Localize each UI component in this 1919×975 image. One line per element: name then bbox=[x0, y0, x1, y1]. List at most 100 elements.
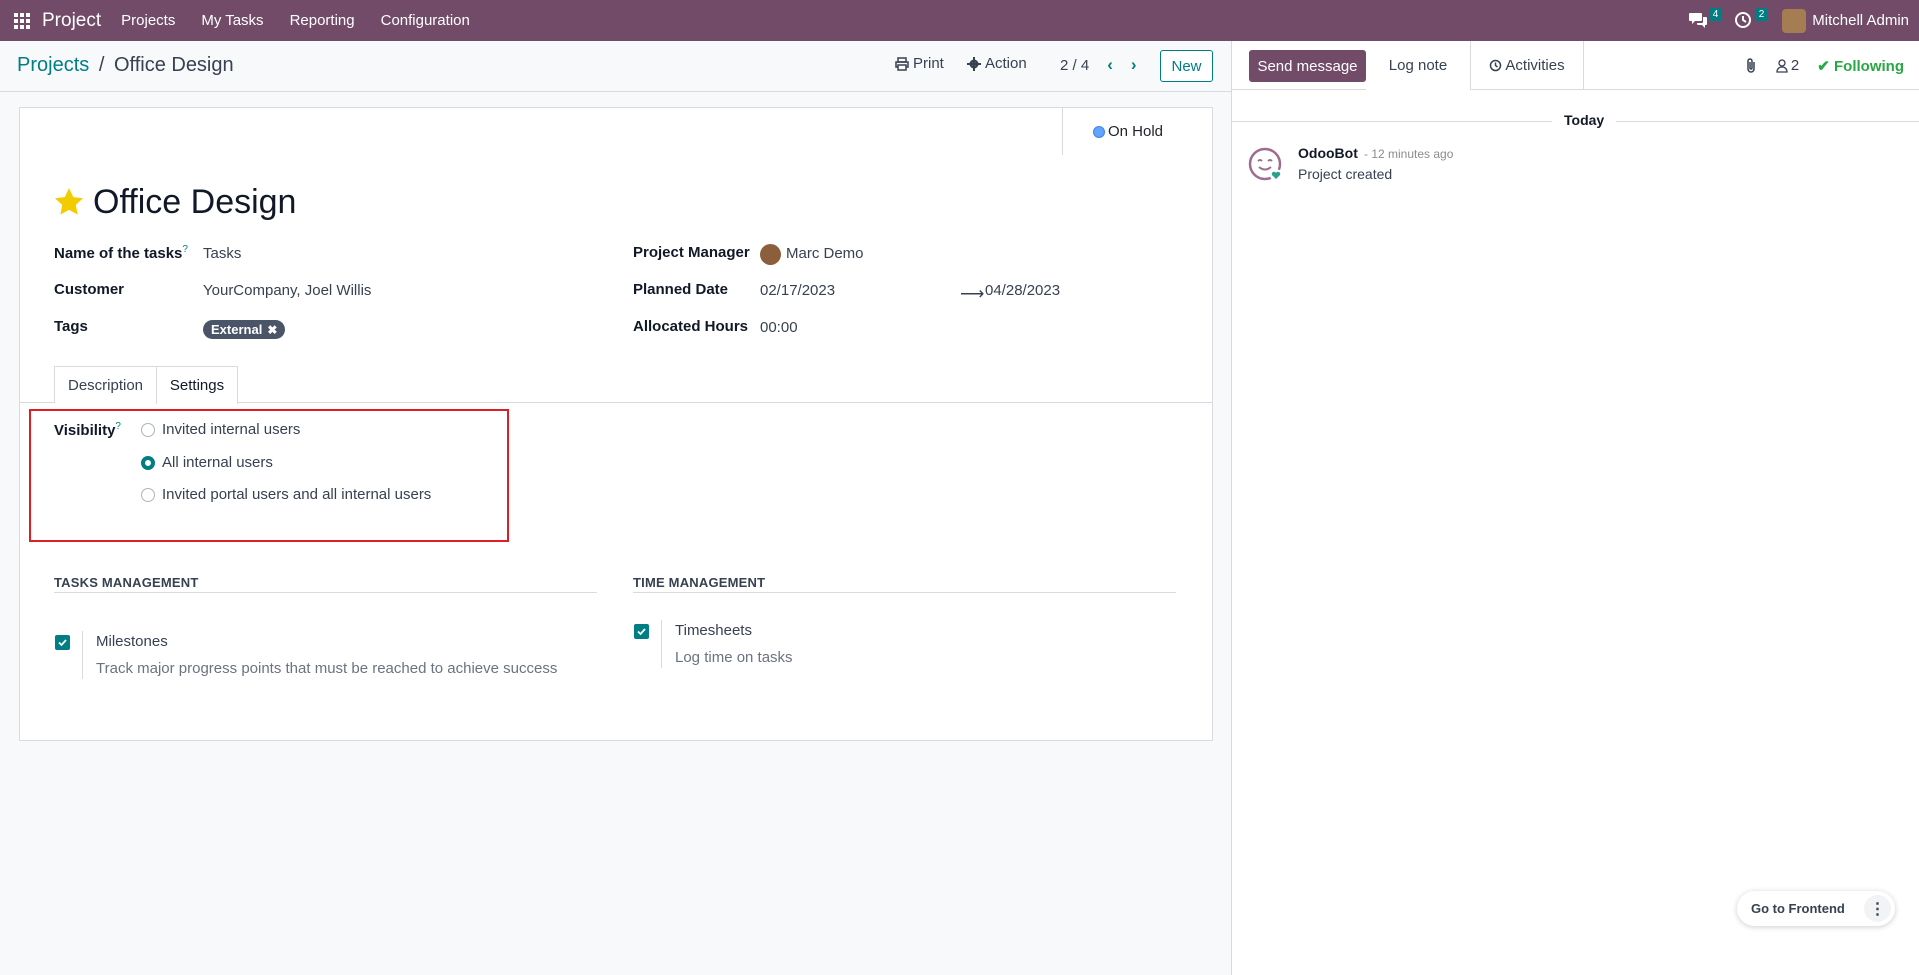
followers-button[interactable]: 2 bbox=[1776, 57, 1799, 74]
name-of-tasks-field[interactable]: Tasks bbox=[203, 245, 241, 262]
send-message-button[interactable]: Send message bbox=[1249, 50, 1366, 82]
planned-date-label: Planned Date bbox=[633, 281, 729, 298]
pager: 2 / 4 ‹ › bbox=[1060, 55, 1137, 75]
check-icon: ✔ bbox=[1817, 57, 1830, 75]
manager-avatar bbox=[760, 244, 781, 265]
help-icon[interactable]: ? bbox=[182, 244, 188, 255]
planned-date-start-field[interactable]: 02/17/2023 bbox=[760, 282, 835, 299]
allocated-hours-label: Allocated Hours bbox=[633, 318, 749, 335]
app-name[interactable]: Project bbox=[42, 10, 101, 32]
header-separator bbox=[0, 91, 1231, 92]
breadcrumb-projects-link[interactable]: Projects bbox=[17, 54, 89, 76]
print-label: Print bbox=[913, 55, 944, 72]
visibility-option-invited-internal[interactable]: Invited internal users bbox=[141, 421, 300, 438]
activities-label: Activities bbox=[1505, 57, 1565, 74]
milestones-checkbox[interactable] bbox=[55, 635, 70, 650]
planned-date-end-field[interactable]: 04/28/2023 bbox=[985, 282, 1060, 299]
activities-count-badge: 2 bbox=[1754, 7, 1769, 21]
chatter-panel: Send message Log note Activities 2 ✔ Fol… bbox=[1231, 41, 1919, 975]
print-button[interactable]: Print bbox=[895, 55, 944, 72]
tab-settings[interactable]: Settings bbox=[156, 366, 238, 404]
help-icon[interactable]: ? bbox=[115, 421, 121, 432]
following-label: Following bbox=[1834, 57, 1904, 75]
customer-label: Customer bbox=[54, 281, 125, 298]
message-body: Project created bbox=[1298, 166, 1393, 182]
tab-description[interactable]: Description bbox=[54, 366, 157, 403]
favorite-star-icon[interactable] bbox=[53, 186, 85, 218]
timesheets-description: Log time on tasks bbox=[675, 649, 793, 666]
pager-previous-icon[interactable]: ‹ bbox=[1107, 55, 1113, 75]
gear-icon bbox=[967, 56, 981, 71]
action-button[interactable]: Action bbox=[967, 55, 1027, 72]
tasks-management-title: TASKS MANAGEMENT bbox=[54, 575, 199, 590]
message-author[interactable]: OdooBot bbox=[1298, 145, 1358, 161]
messages-count-badge: 4 bbox=[1708, 7, 1723, 21]
odoobot-avatar-icon bbox=[1248, 147, 1282, 181]
clock-icon bbox=[1490, 59, 1502, 72]
nav-item-reporting[interactable]: Reporting bbox=[290, 12, 355, 29]
activities-button[interactable]: Activities bbox=[1471, 41, 1584, 90]
tags-label: Tags bbox=[54, 318, 88, 335]
navbar-systray: 4 2 Mitchell Admin bbox=[1688, 0, 1909, 41]
breadcrumb-current: Office Design bbox=[113, 54, 234, 76]
go-to-frontend-label: Go to Frontend bbox=[1751, 901, 1845, 916]
project-status-button[interactable]: On Hold bbox=[1062, 108, 1212, 155]
chatter-topbar: Send message Log note Activities 2 ✔ Fol… bbox=[1232, 41, 1919, 90]
radio-button[interactable] bbox=[141, 422, 155, 437]
user-icon bbox=[1776, 58, 1788, 73]
messaging-menu[interactable]: 4 bbox=[1688, 7, 1723, 31]
chat-bubbles-icon bbox=[1689, 12, 1708, 28]
radio-label: Invited internal users bbox=[162, 421, 301, 438]
visibility-option-all-internal[interactable]: All internal users bbox=[141, 454, 273, 471]
action-label: Action bbox=[985, 55, 1027, 72]
section-divider bbox=[54, 592, 597, 593]
project-manager-field[interactable]: Marc Demo bbox=[786, 245, 864, 262]
date-separator-label: Today bbox=[1552, 112, 1617, 128]
name-of-tasks-label: Name of the tasks? bbox=[54, 244, 188, 262]
pager-value[interactable]: 2 / 4 bbox=[1060, 57, 1089, 74]
followers-count: 2 bbox=[1790, 57, 1800, 74]
time-management-title: TIME MANAGEMENT bbox=[633, 575, 766, 590]
timesheets-label: Timesheets bbox=[675, 622, 752, 639]
milestones-label: Milestones bbox=[96, 633, 168, 650]
checkmark-icon bbox=[637, 628, 646, 636]
breadcrumb: Projects / Office Design bbox=[17, 54, 234, 77]
pager-next-icon[interactable]: › bbox=[1131, 55, 1137, 75]
new-button[interactable]: New bbox=[1160, 50, 1213, 82]
visibility-label: Visibility? bbox=[54, 421, 121, 439]
tag-external: External ✖ bbox=[203, 320, 286, 339]
project-manager-label: Project Manager bbox=[633, 244, 750, 261]
go-to-frontend-button[interactable]: Go to Frontend ⋮ bbox=[1737, 891, 1895, 926]
activity-menu[interactable]: 2 bbox=[1734, 7, 1769, 31]
apps-menu-icon[interactable] bbox=[14, 12, 30, 29]
name-of-tasks-label-text: Name of the tasks bbox=[54, 245, 183, 262]
tag-label: External bbox=[211, 322, 263, 337]
top-navbar: Project Projects My Tasks Reporting Conf… bbox=[0, 0, 1919, 41]
message-timestamp: - 12 minutes ago bbox=[1364, 147, 1454, 161]
nav-item-my-tasks[interactable]: My Tasks bbox=[201, 12, 263, 29]
tag-remove-icon[interactable]: ✖ bbox=[267, 323, 277, 337]
project-title[interactable]: Office Design bbox=[93, 183, 296, 222]
milestones-description: Track major progress points that must be… bbox=[96, 660, 558, 677]
visibility-option-portal[interactable]: Invited portal users and all internal us… bbox=[141, 486, 431, 503]
radio-button[interactable] bbox=[141, 487, 155, 502]
allocated-hours-field[interactable]: 00:00 bbox=[760, 319, 798, 336]
following-button[interactable]: ✔ Following bbox=[1817, 57, 1904, 75]
customer-field[interactable]: YourCompany, Joel Willis bbox=[203, 282, 371, 299]
log-note-button[interactable]: Log note bbox=[1366, 41, 1471, 90]
radio-button-checked[interactable] bbox=[141, 455, 155, 470]
arrow-right-icon: ⟶ bbox=[960, 284, 985, 303]
status-label: On Hold bbox=[1108, 123, 1164, 140]
nav-item-configuration[interactable]: Configuration bbox=[381, 12, 470, 29]
nav-item-projects[interactable]: Projects bbox=[121, 12, 175, 29]
radio-label: All internal users bbox=[162, 454, 273, 471]
chatter-actions: 2 ✔ Following bbox=[1744, 41, 1904, 90]
user-name[interactable]: Mitchell Admin bbox=[1812, 12, 1909, 29]
status-dot-icon bbox=[1093, 125, 1105, 138]
more-options-icon[interactable]: ⋮ bbox=[1864, 895, 1891, 922]
radio-label: Invited portal users and all internal us… bbox=[162, 486, 432, 503]
clock-icon bbox=[1735, 11, 1752, 28]
user-avatar[interactable] bbox=[1782, 8, 1807, 33]
paperclip-icon[interactable] bbox=[1744, 57, 1758, 74]
timesheets-checkbox[interactable] bbox=[634, 624, 649, 639]
